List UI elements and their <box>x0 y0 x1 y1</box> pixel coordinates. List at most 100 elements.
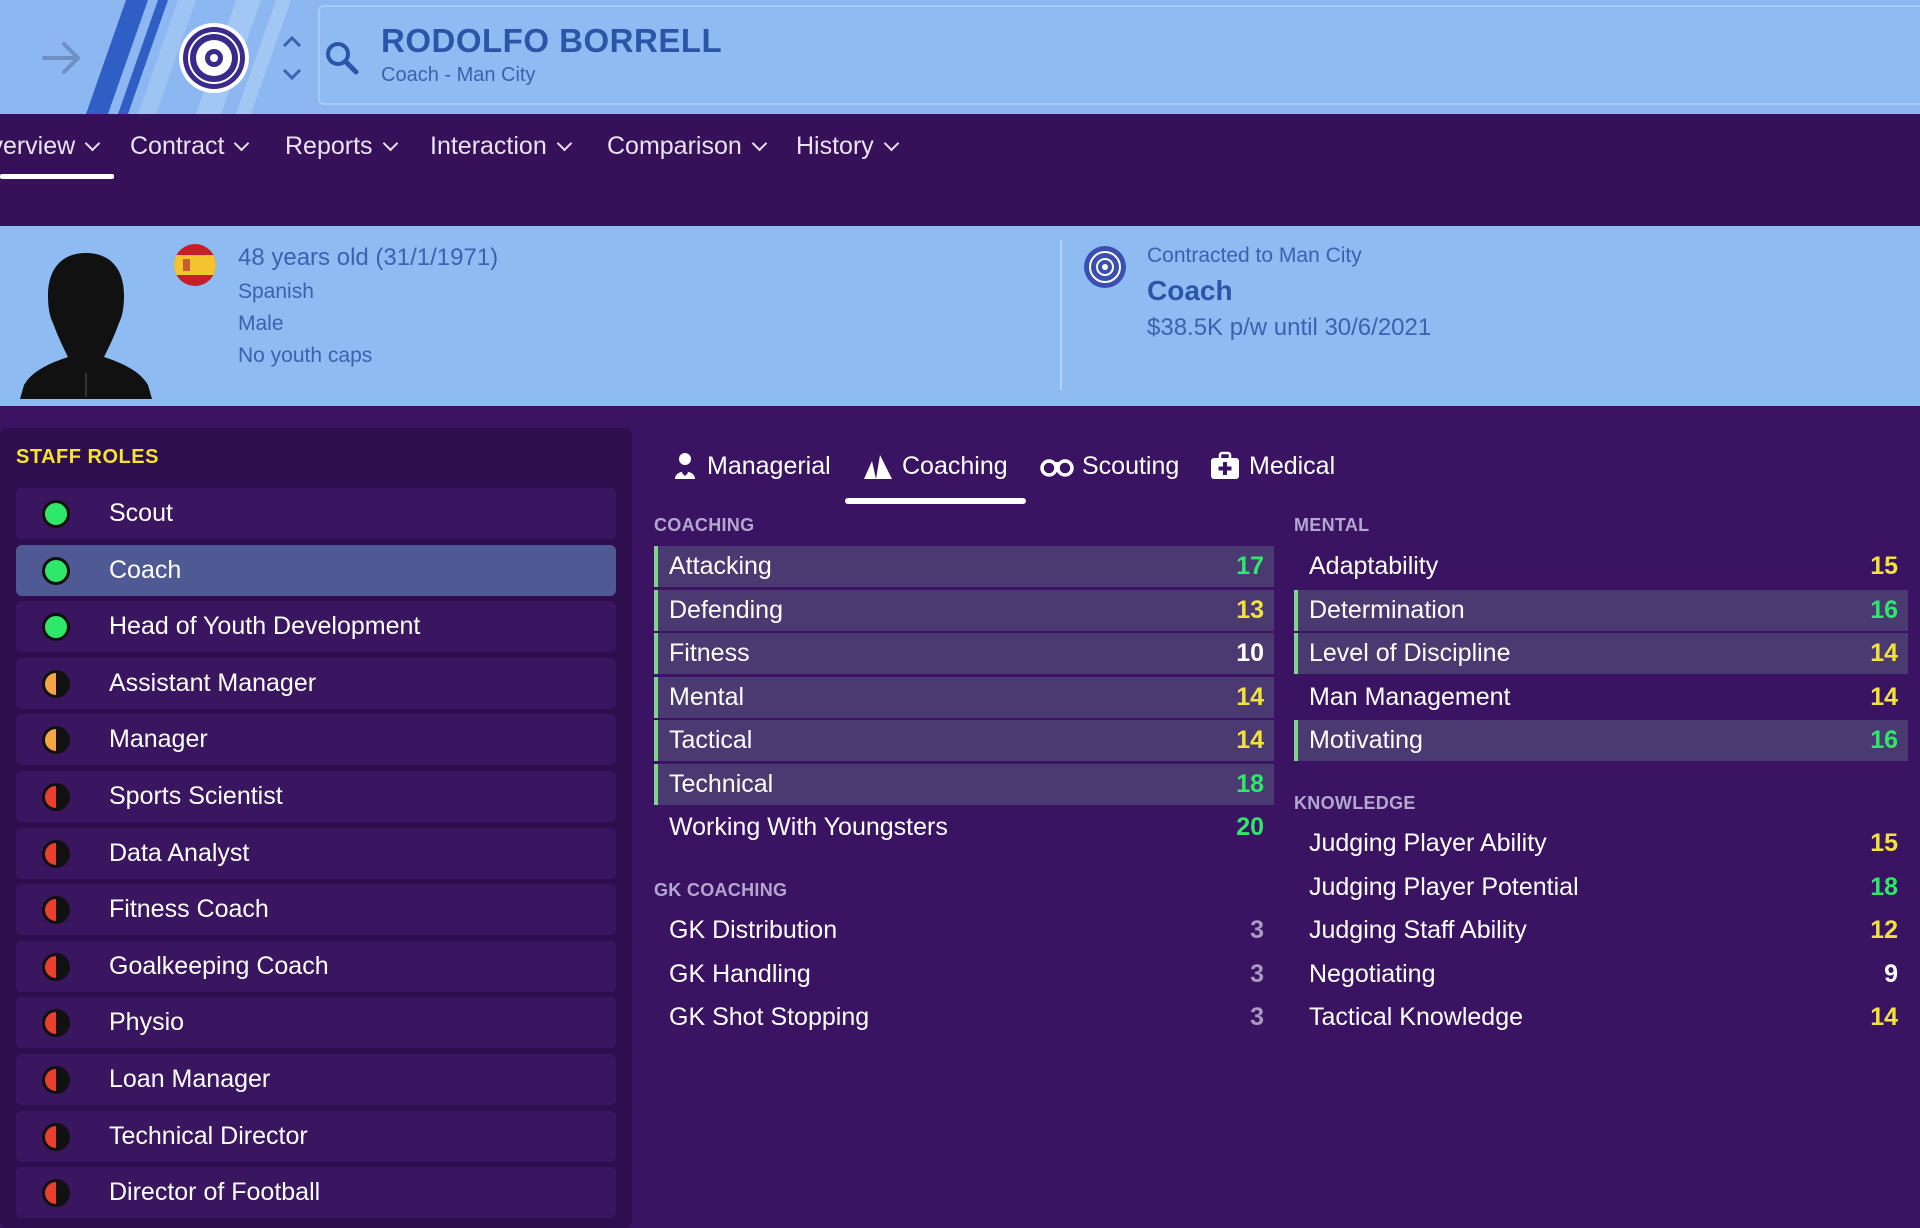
tab-scouting-label: Scouting <box>1082 451 1180 480</box>
attribute-row[interactable]: GK Handling 3 <box>654 954 1274 995</box>
staff-role-row[interactable]: Sports Scientist <box>16 771 616 822</box>
staff-role-row[interactable]: Loan Manager <box>16 1054 616 1105</box>
medical-kit-icon <box>1211 451 1239 479</box>
role-suitability-icon <box>42 1009 70 1038</box>
attribute-row[interactable]: Adaptability 15 <box>1294 546 1908 587</box>
staff-role-label: Technical Director <box>109 1121 308 1150</box>
staff-role-row[interactable]: Data Analyst <box>16 827 616 879</box>
attribute-row[interactable]: Attacking 17 <box>654 546 1274 587</box>
attribute-row[interactable]: Working With Youngsters 20 <box>654 807 1274 848</box>
info-divider <box>1060 240 1062 390</box>
staff-role-row[interactable]: Physio <box>16 997 616 1049</box>
nav-interaction[interactable]: Interaction <box>430 114 573 178</box>
staff-role-row[interactable]: Goalkeeping Coach <box>16 940 616 992</box>
attribute-row[interactable]: Determination 16 <box>1294 589 1908 631</box>
role-suitability-icon <box>42 839 70 868</box>
staff-youth-caps: No youth caps <box>238 344 373 367</box>
attribute-row[interactable]: Judging Player Ability 15 <box>1294 823 1908 864</box>
chevron-down-icon <box>556 135 573 151</box>
attribute-value: 14 <box>1870 1003 1898 1031</box>
attribute-row[interactable]: GK Distribution 3 <box>654 910 1274 951</box>
attribute-value: 12 <box>1870 916 1898 944</box>
attribute-name: Judging Player Potential <box>1309 872 1579 901</box>
staff-role-label: Coach <box>109 555 182 584</box>
nav-contract[interactable]: Contract <box>130 114 250 178</box>
chevron-down-icon <box>234 135 250 151</box>
tab-managerial[interactable]: Managerial <box>671 444 831 488</box>
attribute-value: 16 <box>1870 726 1898 754</box>
staff-role-row[interactable]: Fitness Coach <box>16 884 616 936</box>
up-down-chevrons-icon[interactable] <box>280 32 304 84</box>
staff-role-row[interactable]: Coach <box>16 544 616 596</box>
staff-role-row[interactable]: Manager <box>16 714 616 766</box>
attribute-value: 17 <box>1236 552 1264 580</box>
nav-reports[interactable]: Reports <box>285 114 398 178</box>
attribute-row[interactable]: Judging Staff Ability 12 <box>1294 910 1908 951</box>
nav-history[interactable]: History <box>796 114 900 178</box>
tab-coaching[interactable]: Coaching <box>862 444 1008 488</box>
nav-comparison[interactable]: Comparison <box>607 114 768 178</box>
binoculars-icon <box>1040 459 1074 477</box>
attribute-name: Defending <box>669 595 783 624</box>
tab-medical[interactable]: Medical <box>1209 444 1335 488</box>
tab-medical-label: Medical <box>1249 451 1336 480</box>
staff-role-row[interactable]: Scout <box>16 488 616 539</box>
chevron-down-icon <box>883 135 900 151</box>
attribute-value: 14 <box>1870 639 1898 667</box>
attribute-name: Motivating <box>1309 726 1423 754</box>
attribute-value: 3 <box>1250 916 1264 944</box>
staff-role-label: Director of Football <box>109 1178 321 1207</box>
staff-name: RODOLFO BORRELL <box>381 22 723 59</box>
attribute-value: 18 <box>1870 872 1898 901</box>
attribute-row[interactable]: Negotiating 9 <box>1294 954 1908 995</box>
staff-silhouette-icon <box>20 253 152 399</box>
role-suitability-icon <box>42 556 70 585</box>
attribute-row[interactable]: Man Management 14 <box>1294 677 1908 718</box>
search-icon[interactable] <box>322 38 362 78</box>
nav-overview[interactable]: Overview <box>0 114 101 178</box>
attribute-row[interactable]: Tactical Knowledge 14 <box>1294 997 1908 1038</box>
staff-role-row[interactable]: Director of Football <box>16 1167 616 1219</box>
tab-scouting[interactable]: Scouting <box>1040 444 1179 488</box>
staff-role-label: Goalkeeping Coach <box>109 951 329 980</box>
contract-wage: $38.5K p/w until 30/6/2021 <box>1147 314 1432 341</box>
attribute-value: 15 <box>1870 552 1898 580</box>
attribute-value: 13 <box>1236 595 1264 624</box>
role-suitability-icon <box>42 896 70 925</box>
attribute-row[interactable]: Defending 13 <box>654 589 1274 631</box>
nav-reports-label: Reports <box>285 131 373 160</box>
attribute-value: 14 <box>1870 682 1898 711</box>
contract-club-line: Contracted to Man City <box>1147 244 1362 267</box>
staff-subtitle: Coach - Man City <box>381 64 536 86</box>
staff-role-row[interactable]: Assistant Manager <box>16 657 616 709</box>
attribute-row[interactable]: Tactical 14 <box>654 720 1274 761</box>
staff-age: 48 years old (31/1/1971) <box>238 244 499 271</box>
attribute-name: GK Distribution <box>669 916 838 944</box>
attribute-row[interactable]: Motivating 16 <box>1294 720 1908 761</box>
attribute-name: Determination <box>1309 595 1465 624</box>
chevron-down-icon <box>751 135 768 151</box>
attribute-name: GK Handling <box>669 959 811 988</box>
attribute-value: 14 <box>1236 726 1264 754</box>
attribute-name: Adaptability <box>1309 552 1439 580</box>
attribute-value: 10 <box>1236 639 1264 667</box>
club-badge-icon <box>179 23 249 93</box>
role-suitability-icon <box>42 669 70 698</box>
role-suitability-icon <box>42 726 70 755</box>
staff-role-row[interactable]: Technical Director <box>16 1110 616 1162</box>
staff-role-row[interactable]: Head of Youth Development <box>16 601 616 653</box>
attribute-row[interactable]: GK Shot Stopping 3 <box>654 997 1274 1038</box>
attribute-row[interactable]: Level of Discipline 14 <box>1294 633 1908 674</box>
attribute-row[interactable]: Technical 18 <box>654 763 1274 805</box>
nav-history-label: History <box>796 131 874 160</box>
attribute-row[interactable]: Judging Player Potential 18 <box>1294 867 1908 908</box>
forward-arrow-icon[interactable] <box>40 36 84 80</box>
nav-comparison-label: Comparison <box>607 131 742 160</box>
role-suitability-icon <box>42 1066 70 1094</box>
attribute-name: Tactical Knowledge <box>1309 1003 1524 1031</box>
staff-role-label: Head of Youth Development <box>109 612 421 641</box>
attribute-row[interactable]: Mental 14 <box>654 676 1274 718</box>
role-suitability-icon <box>42 783 70 811</box>
attribute-row[interactable]: Fitness 10 <box>654 633 1274 674</box>
nav-active-underline <box>0 174 114 179</box>
